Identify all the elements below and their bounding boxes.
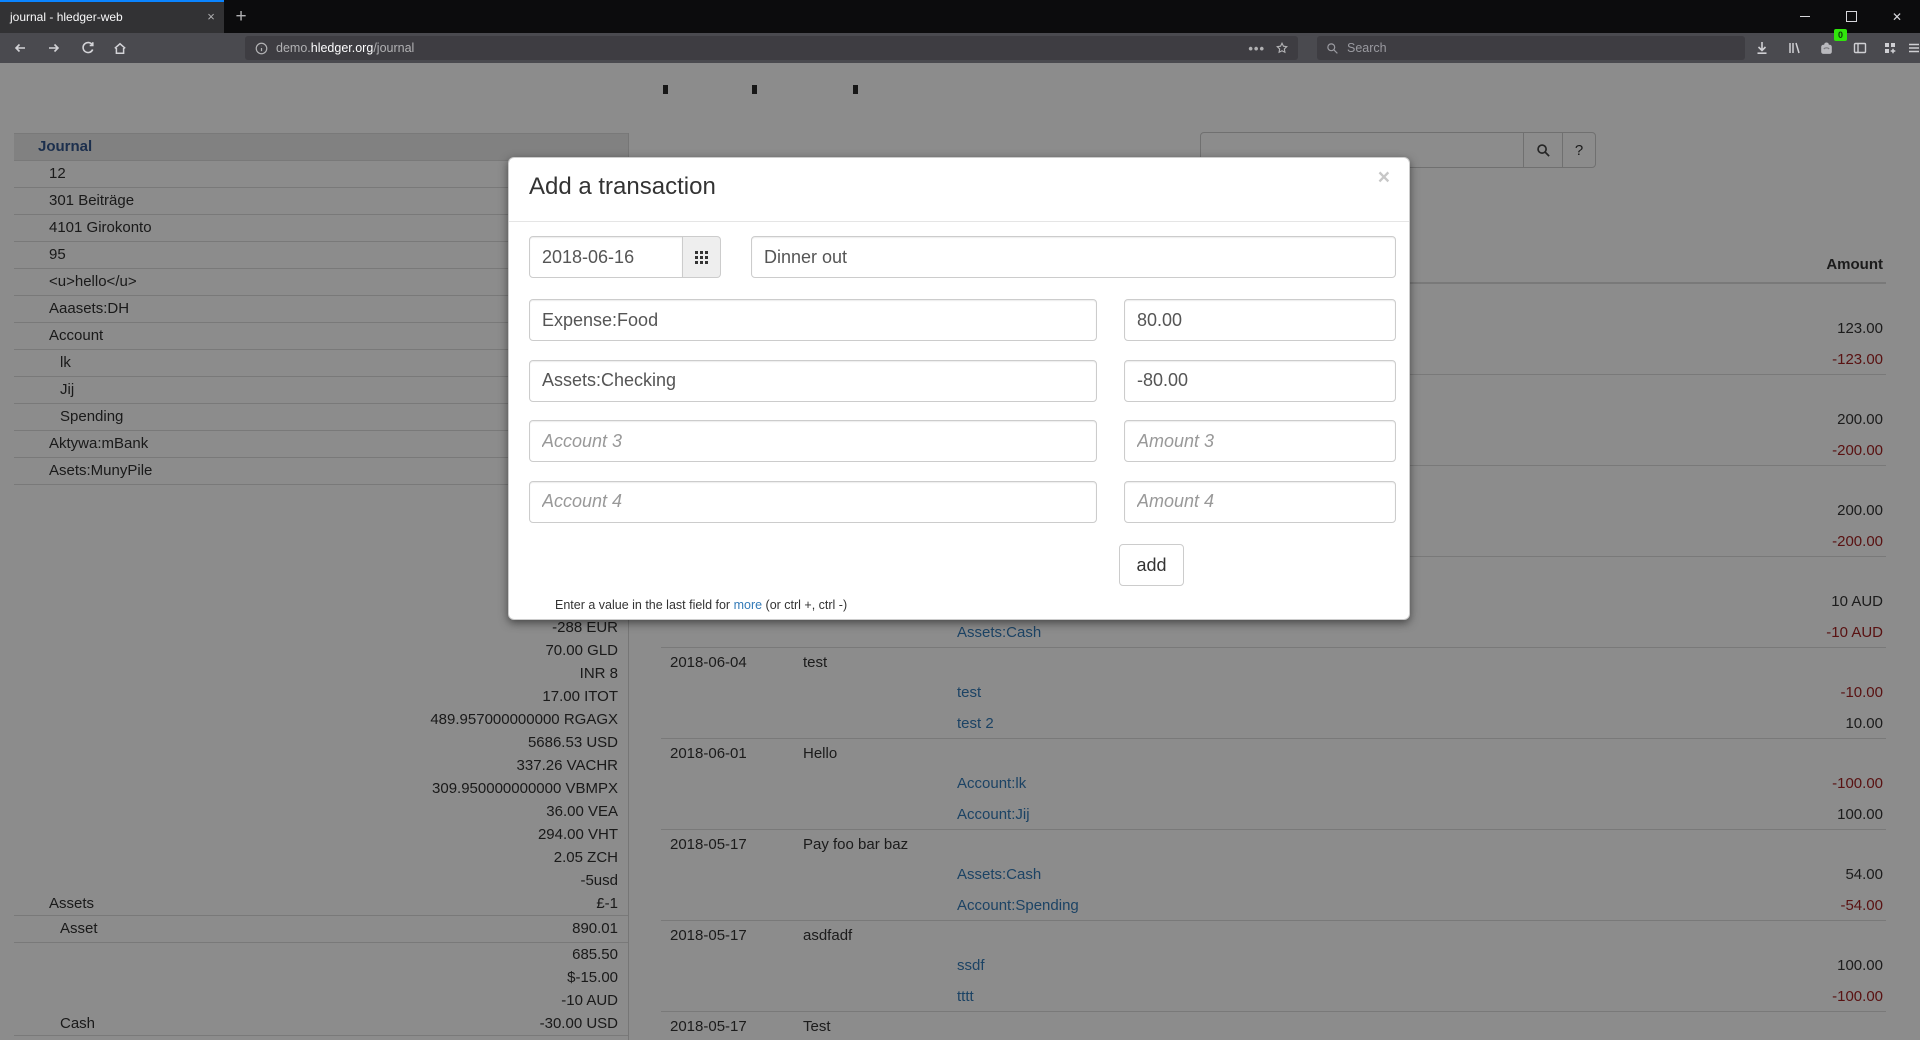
tab-title: journal - hledger-web (0, 10, 198, 24)
amount-input-1[interactable] (1124, 299, 1396, 341)
tab-bar: journal - hledger-web × + ✕ (0, 0, 1920, 33)
add-button[interactable]: add (1119, 544, 1184, 586)
forward-button[interactable] (40, 34, 68, 62)
minimize-icon (1800, 16, 1810, 17)
amount-input-2[interactable] (1124, 360, 1396, 402)
maximize-icon (1846, 11, 1857, 22)
add-transaction-modal: Add a transaction × add Enter a value in… (508, 157, 1410, 620)
modal-posting-row (509, 420, 1409, 462)
account-input-4[interactable] (529, 481, 1097, 523)
description-input[interactable] (751, 236, 1396, 278)
url-domain: hledger.org (311, 41, 374, 55)
modal-close-icon[interactable]: × (1378, 166, 1390, 190)
amount-input-4[interactable] (1124, 481, 1396, 523)
library-icon (1786, 40, 1802, 56)
modal-posting-row (509, 299, 1409, 341)
close-button[interactable]: ✕ (1874, 0, 1920, 33)
new-tab-button[interactable]: + (224, 0, 258, 33)
forward-icon (46, 40, 62, 56)
amount-input-3[interactable] (1124, 420, 1396, 462)
menu-button[interactable] (1900, 34, 1920, 62)
url-bar[interactable]: demo.hledger.org/journal ••• (245, 36, 1298, 60)
navigation-toolbar: demo.hledger.org/journal ••• Search 0 (0, 33, 1920, 63)
more-link[interactable]: more (734, 598, 762, 612)
browser-tab[interactable]: journal - hledger-web × (0, 0, 224, 33)
extension-icon (1818, 40, 1835, 57)
modal-posting-row (509, 481, 1409, 523)
downloads-button[interactable] (1748, 34, 1776, 62)
date-picker-button[interactable] (683, 236, 721, 278)
date-input[interactable] (529, 236, 683, 278)
modal-header: Add a transaction × (509, 158, 1409, 222)
site-info-icon[interactable] (254, 41, 269, 56)
reload-icon (80, 40, 96, 56)
download-icon (1754, 40, 1770, 56)
url-prefix: demo. (276, 41, 311, 55)
grid-plus-icon (1882, 40, 1898, 56)
minimize-button[interactable] (1782, 0, 1828, 33)
modal-title: Add a transaction (529, 173, 716, 201)
reload-button[interactable] (74, 34, 102, 62)
home-button[interactable] (106, 34, 134, 62)
account-input-2[interactable] (529, 360, 1097, 402)
page-viewport: Journal12301 Beiträge4101 Girokonto95<u>… (0, 63, 1920, 1040)
posting-rows (509, 299, 1409, 541)
search-placeholder: Search (1347, 41, 1387, 55)
tab-close-icon[interactable]: × (198, 9, 224, 24)
back-button[interactable] (6, 34, 34, 62)
extension-button[interactable]: 0 (1812, 34, 1840, 62)
modal-hint: Enter a value in the last field for more… (555, 598, 847, 612)
library-button[interactable] (1780, 34, 1808, 62)
back-icon (12, 40, 28, 56)
tab-strip-spacer (258, 0, 1782, 33)
bookmark-star-icon[interactable] (1275, 41, 1289, 55)
hamburger-icon (1906, 40, 1920, 56)
calendar-grid-icon (695, 251, 708, 264)
browser-chrome: journal - hledger-web × + ✕ demo.hledger… (0, 0, 1920, 63)
date-group (529, 236, 721, 278)
search-bar[interactable]: Search (1317, 36, 1745, 60)
sidebars-button[interactable] (1846, 34, 1874, 62)
page-actions-icon[interactable]: ••• (1248, 41, 1265, 56)
modal-posting-row (509, 360, 1409, 402)
sidebar-toggle-icon (1852, 40, 1868, 56)
account-input-3[interactable] (529, 420, 1097, 462)
url-path: /journal (373, 41, 414, 55)
account-input-1[interactable] (529, 299, 1097, 341)
home-icon (112, 40, 128, 56)
search-icon (1326, 42, 1339, 55)
